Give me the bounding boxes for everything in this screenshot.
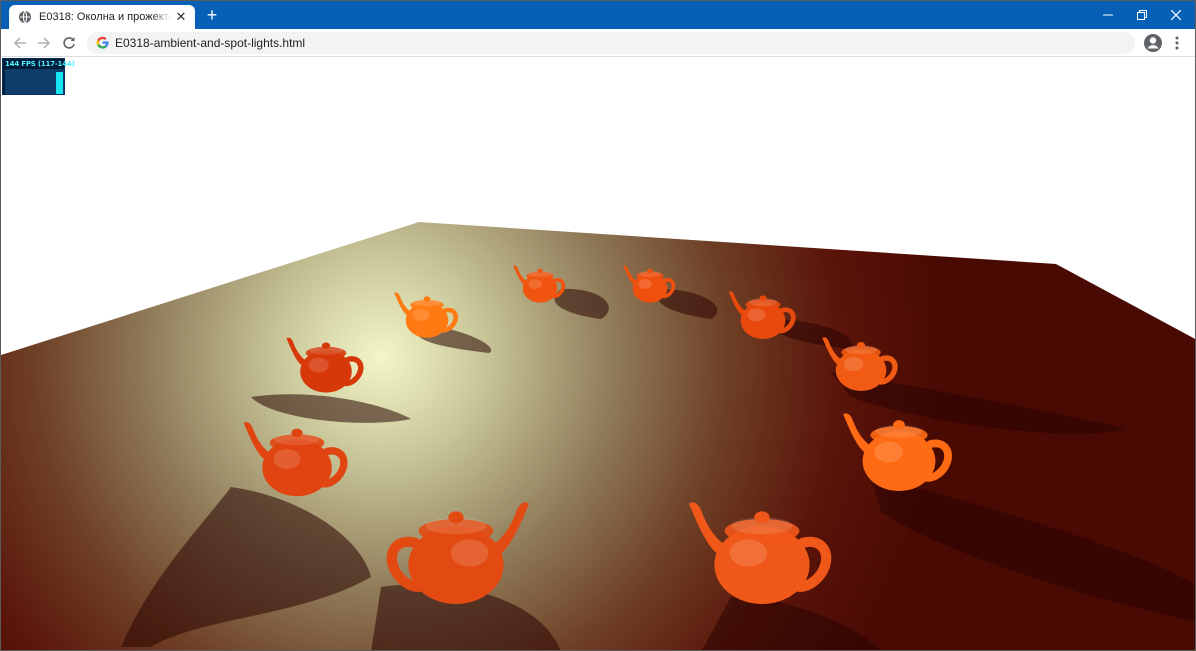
browser-window: E0318: Околна и прожекторна светлина ✕ + — [0, 0, 1196, 651]
arrow-left-icon — [13, 37, 26, 49]
fps-label: 144 FPS (117-144) — [5, 60, 75, 68]
address-bar[interactable]: E0318-ambient-and-spot-lights.html — [87, 32, 1135, 54]
more-vert-icon — [1175, 36, 1179, 50]
restore-icon — [1137, 10, 1147, 20]
tab-title: E0318: Околна и прожекторна светлина — [39, 11, 171, 23]
reload-icon — [63, 37, 75, 49]
teapot-scene — [1, 57, 1195, 650]
close-icon — [1171, 10, 1181, 20]
arrow-right-icon — [38, 37, 51, 49]
minimize-button[interactable] — [1091, 1, 1125, 29]
google-icon — [95, 36, 109, 50]
fps-graph-bar — [56, 72, 63, 94]
url-text: E0318-ambient-and-spot-lights.html — [115, 36, 306, 50]
browser-toolbar: E0318-ambient-and-spot-lights.html — [1, 29, 1195, 57]
back-button[interactable] — [10, 33, 30, 53]
forward-button[interactable] — [34, 33, 54, 53]
account-icon — [1144, 34, 1162, 52]
tab-close-icon[interactable]: ✕ — [173, 9, 189, 25]
menu-button[interactable] — [1169, 33, 1185, 53]
title-bar: E0318: Околна и прожекторна светлина ✕ + — [1, 1, 1195, 29]
fps-graph — [5, 69, 64, 94]
fps-stats-panel[interactable]: 144 FPS (117-144) — [2, 58, 75, 95]
globe-icon — [17, 9, 33, 25]
reload-button[interactable] — [59, 33, 79, 53]
browser-tab[interactable]: E0318: Околна и прожекторна светлина ✕ — [9, 5, 195, 29]
restore-button[interactable] — [1125, 1, 1159, 29]
close-window-button[interactable] — [1159, 1, 1193, 29]
profile-button[interactable] — [1143, 33, 1163, 53]
webgl-canvas[interactable]: 144 FPS (117-144) — [1, 57, 1195, 650]
minimize-icon — [1103, 14, 1113, 16]
new-tab-button[interactable]: + — [202, 5, 222, 25]
